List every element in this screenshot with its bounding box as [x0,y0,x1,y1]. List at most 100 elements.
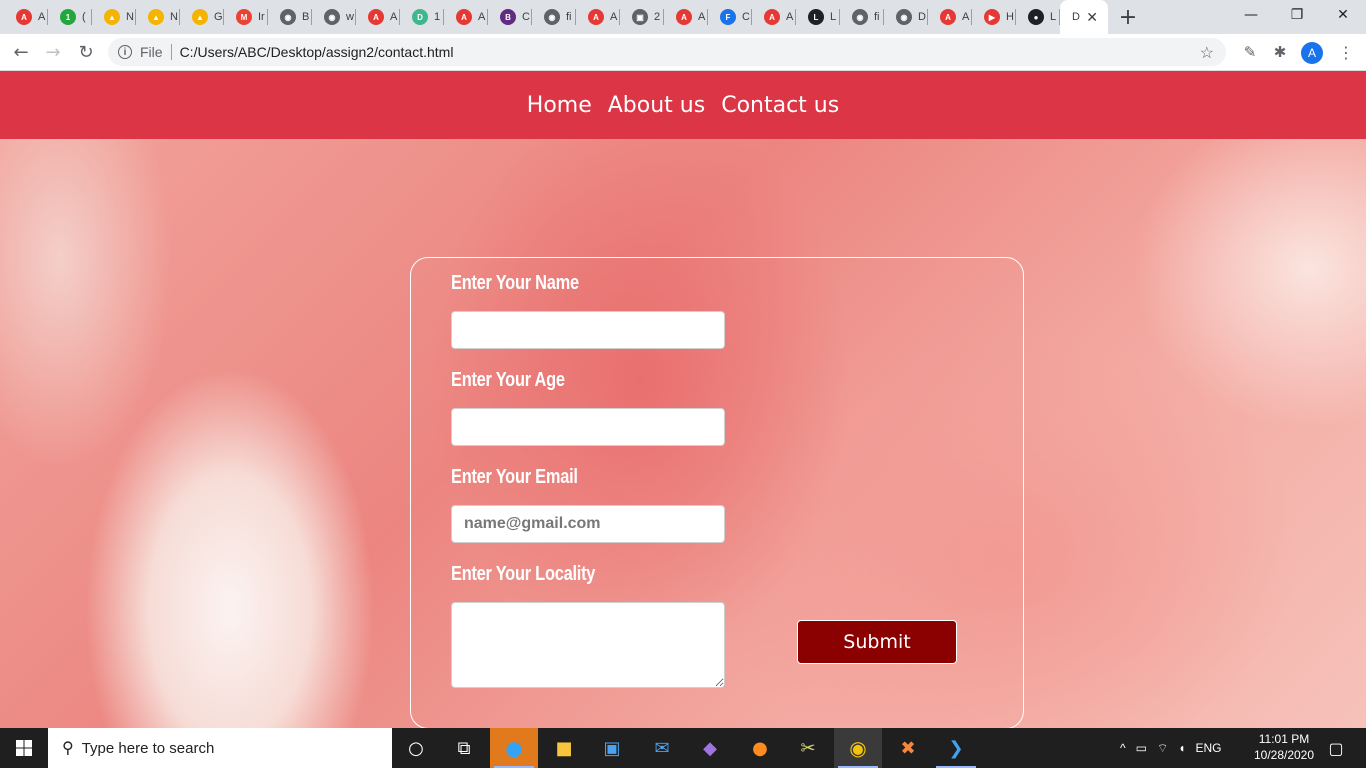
extensions-puzzle-icon[interactable]: ✱ [1270,42,1290,62]
notifications-icon[interactable]: ▢ [1312,728,1360,768]
tab-title: D [1072,11,1080,23]
tab-14[interactable]: ▣ 2 [620,0,664,34]
tab-title: 2 [654,11,661,23]
tab-7[interactable]: ◉ w [312,0,356,34]
tab-strip: A A 1(▲ N ▲ N ▲ G M Ir ◉ B ◉ w A A D 1 A A B C ◉ fi A A ▣ 2 A A F C A A L L… [0,0,1366,34]
reload-button[interactable]: ↻ [74,40,98,64]
tab-title: L [830,11,837,23]
tab-1[interactable]: 1( [48,0,92,34]
age-label: Enter Your Age [451,369,565,391]
tab-title: A [786,11,794,23]
nav-about-link[interactable]: About us [608,93,705,118]
url-text[interactable]: C:/Users/ABC/Desktop/assign2/contact.htm… [180,44,454,60]
bookmark-star-icon[interactable]: ☆ [1200,43,1214,63]
locality-textarea[interactable] [451,602,725,688]
tab-23[interactable]: ● L [1016,0,1060,34]
new-tab-button[interactable]: + [1108,0,1148,34]
firefox-icon[interactable]: ● [736,728,784,768]
tab-16[interactable]: FC [708,0,752,34]
tab-6[interactable]: ◉ B [268,0,312,34]
ask-icon: A [676,9,692,25]
email-input[interactable] [451,505,725,543]
tab-title: A [698,11,706,23]
tab-title: A [610,11,618,23]
tab-list: A A 1(▲ N ▲ N ▲ G M Ir ◉ B ◉ w A A D 1 A A B C ◉ fi A A ▣ 2 A A F C A A L L… [4,0,1060,34]
tab-title: N [170,11,178,23]
tab-19[interactable]: ◉ fi [840,0,884,34]
tab-11[interactable]: BC [488,0,532,34]
tab-4[interactable]: ▲ G [180,0,224,34]
minimize-button[interactable]: — [1228,0,1274,30]
address-divider [170,44,172,60]
forward-button[interactable]: → [41,40,65,64]
taskbar-search-box[interactable]: ⚲ Type here to search [48,728,392,768]
back-button[interactable]: ← [9,40,33,64]
nav-home-link[interactable]: Home [527,93,592,118]
ask-icon: A [940,9,956,25]
tab-17[interactable]: AA [752,0,796,34]
wifi-icon[interactable]: ⌔ [1157,741,1168,756]
clock-time: 11:01 PM [1258,732,1310,746]
tab-title: N [126,11,134,23]
chevron-up-icon[interactable]: ^ [1120,741,1126,755]
store-icon[interactable]: ▣ [588,728,636,768]
tab-5[interactable]: M Ir [224,0,268,34]
tab-9[interactable]: D1 [400,0,444,34]
submit-button[interactable]: Submit [797,620,957,664]
info-icon[interactable]: i [118,45,132,59]
vscode-icon[interactable]: ❯ [932,728,980,768]
cortana-icon[interactable]: ○ [392,728,440,768]
l-icon: L [808,9,824,25]
tab-title: 1 [434,11,441,23]
tab-10[interactable]: AA [444,0,488,34]
taskbar-clock[interactable]: 11:01 PM 10/28/2020 [1248,731,1320,763]
globe-icon: ◉ [852,9,868,25]
chrome-icon[interactable]: ◉ [834,728,882,768]
start-button[interactable] [0,728,48,768]
tab-active[interactable]: D ✕ [1060,0,1108,34]
drive-icon: ▲ [148,9,164,25]
task-view-icon[interactable]: ⧉ [440,728,488,768]
browser-toolbar: ← → ↻ i File C:/Users/ABC/Desktop/assign… [0,34,1366,71]
tab-title: H [1006,11,1014,23]
address-bar[interactable]: i File C:/Users/ABC/Desktop/assign2/cont… [108,38,1226,66]
age-input[interactable] [451,408,725,446]
close-window-button[interactable]: ✕ [1320,0,1366,30]
restore-button[interactable]: ❐ [1274,0,1320,30]
tab-18[interactable]: LL [796,0,840,34]
edge-icon[interactable]: ● [490,728,538,768]
menu-dots-icon[interactable]: ⋮ [1336,42,1356,62]
tab-title: fi [874,11,880,23]
profile-avatar[interactable]: A [1301,42,1323,64]
tab-2[interactable]: ▲ N [92,0,136,34]
tab-title: A [38,11,46,23]
tab-8[interactable]: AA [356,0,400,34]
system-tray: ^ ▭ ⌔ ◖ ENG [1120,728,1222,768]
nav-contact-link[interactable]: Contact us [721,93,839,118]
tab-12[interactable]: ◉ fi [532,0,576,34]
battery-icon[interactable]: ▭ [1136,741,1147,755]
language-indicator[interactable]: ENG [1196,741,1222,755]
name-input[interactable] [451,311,725,349]
tab-3[interactable]: ▲ N [136,0,180,34]
xampp-icon[interactable]: ✖ [884,728,932,768]
tab-title: fi [566,11,572,23]
file-explorer-icon[interactable]: ■ [540,728,588,768]
tab-close-icon[interactable]: ✕ [1086,9,1098,26]
tab-15[interactable]: AA [664,0,708,34]
tab-22[interactable]: ▶ H [972,0,1016,34]
drive-icon: ▲ [104,9,120,25]
extension-pen-icon[interactable]: ✎ [1240,42,1260,62]
tab-20[interactable]: ◉ D [884,0,928,34]
volume-icon[interactable]: ◖ [1178,741,1185,755]
tab-title: L [1050,11,1057,23]
tab-21[interactable]: AA [928,0,972,34]
visual-studio-icon[interactable]: ◆ [686,728,734,768]
mail-icon[interactable]: ✉ [638,728,686,768]
d-icon: D [412,9,428,25]
tool-icon[interactable]: ✂ [784,728,832,768]
tab-0[interactable]: AA [4,0,48,34]
tab-title: Ir [258,11,265,23]
tab-13[interactable]: AA [576,0,620,34]
locality-label: Enter Your Locality [451,563,596,585]
